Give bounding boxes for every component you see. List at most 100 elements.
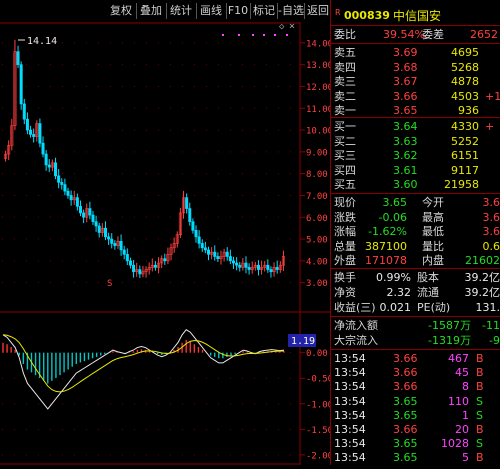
tick-direction: B — [476, 451, 484, 465]
bid-row[interactable]: 买五 3.60 21958 — [331, 177, 500, 193]
weicha-label: 委差 — [422, 28, 444, 41]
price-gridlines — [2, 42, 291, 456]
price-tick-label: 6.00 — [306, 214, 328, 224]
weicha-value: 2652 — [470, 28, 498, 41]
toolbar: 复权 叠加 统计 画线 F10 标记 -自选 返回 — [0, 0, 330, 22]
candle-body — [88, 208, 92, 216]
back-button[interactable]: 返回 — [304, 3, 331, 19]
bid-volume: 21958 — [444, 178, 479, 191]
candle-body — [128, 260, 132, 266]
dea-line — [2, 334, 284, 393]
candle-body — [66, 190, 70, 196]
candle-body — [235, 262, 239, 266]
fundamental-value: 2.32 — [386, 286, 412, 299]
divider — [331, 316, 500, 317]
candle-body — [94, 221, 98, 227]
candle-body — [256, 264, 260, 270]
fundamental-label: 流通 — [417, 286, 439, 299]
candle-body — [266, 264, 270, 270]
fundamental-value: 39.2亿 — [464, 271, 500, 284]
flow-row: 大宗流入 -1319万 -9 — [331, 333, 500, 349]
fundamental-row: 净资 2.32 流通 39.2亿 — [331, 285, 500, 301]
stat-label: 内盘 — [422, 254, 444, 267]
fundamental-row: 收益(三) 0.021 PE(动) 131. — [331, 300, 500, 316]
margin-flag: R — [335, 8, 341, 17]
candle-body — [82, 212, 86, 218]
candle-body — [132, 264, 136, 273]
draw-line-button[interactable]: 画线 — [196, 3, 225, 19]
divider — [331, 349, 500, 350]
bid-price: 3.60 — [393, 178, 418, 191]
price-tick-label: 5.00 — [306, 236, 328, 246]
candle-body — [203, 247, 207, 251]
kline-chart[interactable]: 14.00 13.00 12.00 11.00 10.00 9.00 8.00 7.00 6.0… — [0, 21, 333, 465]
candle-body — [57, 175, 61, 183]
candle-body — [29, 129, 33, 135]
candle-body — [244, 262, 248, 268]
candle-body — [247, 267, 251, 270]
candle-body — [78, 206, 82, 214]
candle-body — [16, 51, 20, 65]
scroll-diamond-icon[interactable]: ◇ — [279, 22, 285, 32]
stock-code: 000839 — [344, 9, 390, 22]
candle-body — [22, 103, 26, 120]
candle-body — [25, 118, 29, 131]
price-tick-label: 11.00 — [306, 105, 330, 115]
fundamental-label: 收益(三) — [334, 301, 376, 314]
candle-body — [107, 236, 111, 240]
candle-body — [153, 264, 157, 268]
fundamental-label: 净资 — [334, 286, 356, 299]
candle-body — [269, 269, 273, 273]
price-tick-label: 8.00 — [306, 170, 328, 180]
price-tick-label: 7.00 — [306, 192, 328, 202]
stock-header: R 000839 中信国安 — [331, 8, 500, 24]
close-icon[interactable]: × — [289, 21, 295, 32]
bid-label: 买五 — [334, 178, 356, 191]
price-tick-label: 3.00 — [306, 279, 328, 289]
fundamental-value: 0.99% — [376, 271, 411, 284]
weibi-label: 委比 — [334, 28, 356, 41]
fundamental-value: 131. — [475, 301, 500, 314]
candle-body — [47, 164, 51, 168]
price-tick-label: 12.00 — [306, 83, 330, 93]
mark-button[interactable]: 标记 — [250, 3, 277, 19]
max-price-label: 14.14 — [27, 36, 57, 47]
f10-button[interactable]: F10 — [226, 3, 249, 19]
candle-body — [60, 182, 64, 185]
stock-name: 中信国安 — [393, 9, 442, 23]
candle-body — [194, 230, 198, 238]
candle-body — [119, 240, 123, 251]
candle-body — [63, 184, 67, 192]
candle-body — [200, 243, 204, 249]
statistics-button[interactable]: 统计 — [166, 3, 195, 19]
candle-body — [69, 195, 73, 201]
candle-body — [122, 249, 126, 255]
indicator-tick-label: -1.00 — [306, 400, 330, 410]
candle-body — [41, 142, 45, 155]
candle-body — [207, 249, 211, 255]
candle-body — [163, 258, 167, 262]
divider — [331, 117, 500, 118]
indicator-tag-value: 1.19 — [291, 336, 315, 347]
candle-body — [44, 153, 48, 166]
fundamental-row: 换手 0.99% 股本 39.2亿 — [331, 270, 500, 286]
candle-body — [225, 251, 229, 257]
flow-value-2: -9 — [489, 333, 500, 347]
flow-value: -1319万 — [428, 333, 471, 347]
overlay-button[interactable]: 叠加 — [136, 3, 165, 19]
candle-body — [238, 264, 242, 268]
remove-watchlist-button[interactable]: -自选 — [277, 3, 304, 19]
fuquan-button[interactable]: 复权 — [108, 3, 134, 19]
flow-label: 大宗流入 — [334, 333, 378, 347]
chart-canvas[interactable]: 14.00 13.00 12.00 11.00 10.00 9.00 8.00 7.00 6.0… — [0, 21, 333, 465]
candle-body — [125, 254, 129, 262]
tick-volume: 5 — [462, 451, 469, 465]
candle-body — [231, 260, 235, 264]
indicator-axis-ticks: 0.00 -0.50 -1.00 -1.50 -2.00 — [300, 349, 333, 461]
price-tick-label: 13.00 — [306, 61, 330, 71]
divider — [331, 25, 500, 26]
weibi-value: 39.54% — [383, 28, 425, 41]
candle-body — [32, 134, 36, 137]
price-tick-label: 14.00 — [306, 39, 330, 49]
candle-body — [213, 251, 217, 257]
